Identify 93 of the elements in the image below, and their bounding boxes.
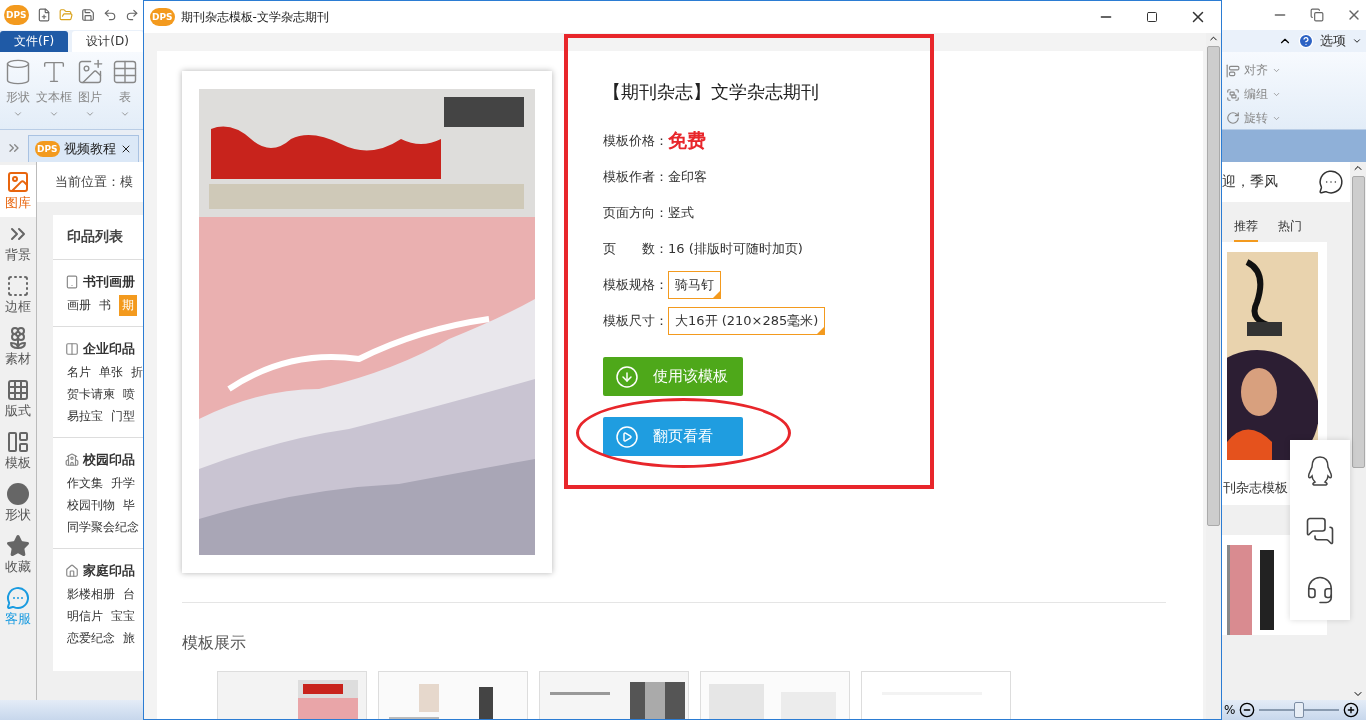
school-icon: [65, 453, 79, 467]
section-title: 家庭印品: [83, 562, 135, 580]
dashed-square-icon: [6, 274, 30, 298]
sidebar-item[interactable]: 图库: [0, 165, 36, 217]
category-link[interactable]: 同学聚会纪念: [67, 516, 139, 538]
field-label: 模板价格：: [603, 132, 668, 150]
category-link[interactable]: 明信片: [67, 605, 103, 627]
align-icon[interactable]: [1226, 63, 1240, 78]
field-label: 模板规格：: [603, 276, 668, 294]
folder-icon[interactable]: [58, 7, 73, 23]
category-link[interactable]: 贺卡请柬: [67, 383, 115, 405]
field-value: 竖式: [668, 204, 694, 222]
app-logo: DPS: [35, 141, 60, 157]
category-link[interactable]: 折: [131, 361, 143, 383]
grid-icon: [6, 378, 30, 402]
field-label: 页 数：: [603, 240, 668, 258]
category-link[interactable]: 作文集: [67, 472, 103, 494]
category-link[interactable]: 名片: [67, 361, 91, 383]
sidebar-item[interactable]: 形状: [0, 477, 36, 529]
group-icon[interactable]: [1226, 87, 1240, 102]
redo-icon[interactable]: [124, 7, 140, 23]
menu-tab[interactable]: 文件(F): [0, 31, 69, 52]
sidebar-item[interactable]: 素材: [0, 321, 36, 373]
breadcrumb: 当前位置：模: [37, 162, 143, 202]
sidebar-item[interactable]: 边框: [0, 269, 36, 321]
category-link[interactable]: 喷: [123, 383, 135, 405]
category-link[interactable]: 台: [123, 583, 135, 605]
play-icon: [615, 424, 639, 449]
card-caption: 刊杂志模板: [1223, 480, 1289, 497]
app-logo: DPS: [4, 5, 29, 25]
sidebar-item[interactable]: 版式: [0, 373, 36, 425]
sidebar-item[interactable]: 收藏: [0, 529, 36, 581]
zoom-in-icon[interactable]: [1343, 702, 1360, 718]
category-link[interactable]: 恋爱纪念: [67, 627, 115, 649]
chat-bubble-icon[interactable]: [1318, 169, 1344, 195]
price-value: 免费: [668, 128, 706, 153]
template-title: 【期刊杂志】文学杂志期刊: [603, 80, 820, 104]
help-icon[interactable]: [1298, 33, 1314, 49]
category-link[interactable]: 书: [99, 294, 111, 316]
field-label: 模板尺寸：: [603, 312, 668, 330]
ribbon-label[interactable]: 对齐: [1244, 62, 1268, 80]
document-tab[interactable]: DPS 视频教程: [28, 135, 139, 162]
feed-tab[interactable]: 热门: [1278, 218, 1302, 242]
headset-icon[interactable]: [1305, 575, 1335, 606]
chat-bubble-icon: [6, 586, 30, 610]
zoom-percent: %: [1224, 703, 1236, 717]
section-title: 书刊画册: [83, 273, 135, 291]
layout-icon: [6, 430, 30, 454]
new-file-icon[interactable]: [36, 7, 51, 23]
penguin-icon: [1305, 454, 1335, 487]
house-icon: [65, 564, 79, 578]
download-icon: [615, 364, 639, 389]
menu-tab[interactable]: 设计(D): [72, 31, 143, 52]
category-link[interactable]: 毕: [123, 494, 135, 516]
sidebar-item[interactable]: 模板: [0, 425, 36, 477]
image-plus-icon[interactable]: [76, 58, 105, 86]
caret-icon[interactable]: [1352, 36, 1362, 46]
category-link[interactable]: 画册: [67, 294, 91, 316]
section-title: 校园印品: [83, 451, 135, 469]
rotate-icon[interactable]: [1226, 111, 1240, 126]
category-link[interactable]: 宝宝: [111, 605, 135, 627]
template-card[interactable]: 刊杂志模板: [1222, 242, 1327, 505]
picture-frame-icon: [6, 170, 30, 194]
category-link[interactable]: 旅: [123, 627, 135, 649]
section-title: 模板展示: [182, 633, 247, 654]
maximize-icon[interactable]: [1146, 11, 1158, 23]
zoom-slider[interactable]: [1259, 702, 1340, 718]
options-menu[interactable]: 选项: [1320, 32, 1346, 50]
field-value: 金印客: [668, 168, 707, 186]
section-title: 企业印品: [83, 340, 135, 358]
zoom-out-icon[interactable]: [1239, 702, 1256, 718]
category-link[interactable]: 易拉宝: [67, 405, 103, 427]
category-link[interactable]: 门型: [111, 405, 135, 427]
field-value: 16 (排版时可随时加页): [668, 240, 803, 258]
app-logo: DPS: [150, 8, 175, 26]
category-link[interactable]: 影楼相册: [67, 583, 115, 605]
category-link[interactable]: 单张: [99, 361, 123, 383]
star-icon: [6, 534, 30, 558]
category-link[interactable]: 升学: [111, 472, 135, 494]
save-icon[interactable]: [80, 7, 95, 23]
undo-icon[interactable]: [102, 7, 117, 23]
restore-icon[interactable]: [1310, 8, 1324, 22]
greeting-text: 迎，季风: [1222, 173, 1278, 191]
spec-tag: 大16开 (210×285毫米): [668, 307, 826, 335]
category-link[interactable]: 校园刊物: [67, 494, 115, 516]
sidebar-item[interactable]: 背景: [0, 217, 36, 269]
chat-bubbles-icon[interactable]: [1305, 516, 1335, 546]
window-title: 期刊杂志模板-文学杂志期刊: [180, 8, 329, 26]
field-label: 页面方向：: [603, 204, 668, 222]
field-label: 模板作者：: [603, 168, 668, 186]
blob-icon: [6, 482, 30, 506]
spec-tag: 骑马钉: [668, 271, 721, 299]
columns-icon: [65, 342, 79, 356]
